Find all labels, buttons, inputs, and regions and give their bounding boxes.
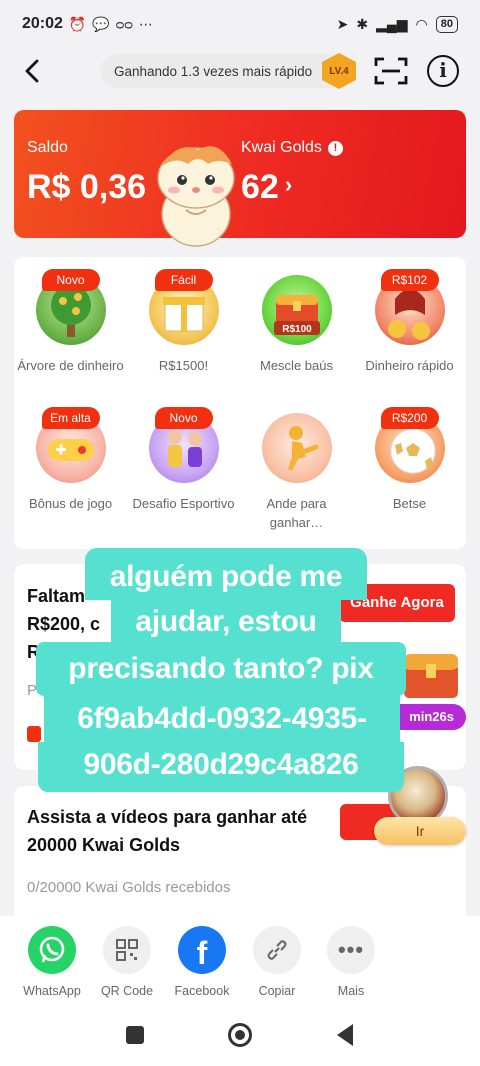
- whatsapp-icon: [28, 926, 76, 974]
- video-task-progress: 0/20000 Kwai Golds recebidos: [27, 879, 231, 896]
- home-icon[interactable]: [228, 1023, 252, 1047]
- game-tile-game-bonus[interactable]: Em alta Bônus de jogo: [14, 395, 127, 525]
- tile-tag: R$102: [380, 269, 439, 291]
- clock: 20:02: [22, 15, 63, 32]
- share-copy-link[interactable]: Copiar: [242, 926, 312, 998]
- share-qrcode[interactable]: QR Code: [92, 926, 162, 998]
- game-tile-betse[interactable]: R$200 Betse: [353, 395, 466, 525]
- caption-line-2: ajudar, estou: [111, 598, 341, 644]
- earning-speed-pill[interactable]: Ganhando 1.3 vezes mais rápido LV.4: [100, 53, 356, 89]
- bluetooth-icon: ✱: [356, 15, 369, 32]
- tile-label: Desafio Esportivo: [132, 496, 235, 511]
- go-button[interactable]: Ir: [374, 817, 466, 845]
- level-badge: LV.4: [322, 53, 356, 89]
- share-label: Facebook: [174, 984, 230, 998]
- voicemail-icon: ᴑᴑ: [115, 15, 133, 32]
- game-tile-money-tree[interactable]: Novo Árvore de dinheiro: [14, 257, 127, 387]
- share-label: Mais: [337, 984, 365, 998]
- recents-icon[interactable]: [126, 1026, 144, 1044]
- facebook-icon: f: [178, 926, 226, 974]
- share-sheet: WhatsApp QR Code f Facebook Copiar ••• M…: [0, 916, 480, 1012]
- system-navigation-bar: [0, 1012, 480, 1066]
- alert-icon[interactable]: !: [327, 141, 343, 156]
- qrcode-icon: [103, 926, 151, 974]
- game-tile-quick-money[interactable]: R$102 Dinheiro rápido: [353, 257, 466, 387]
- tile-label: Bônus de jogo: [28, 496, 113, 511]
- game-tile-walk-earn[interactable]: Ande para ganhar…: [240, 395, 353, 530]
- tile-label: R$1500!: [158, 358, 209, 373]
- walking-figure-icon: [262, 413, 332, 483]
- status-bar: 20:02 ⏰ 💬 ᴑᴑ ⋯ ➤ ✱ ▂▄▆ ◠ 80: [0, 0, 480, 48]
- treasure-chest-icon: R$100: [262, 275, 332, 345]
- alarm-icon: ⏰: [68, 15, 87, 32]
- video-task-title: Assista a vídeos para ganhar até 20000 K…: [27, 807, 308, 855]
- caption-line-1: alguém pode me: [85, 548, 367, 600]
- tile-tag: Fácil: [154, 269, 213, 291]
- caption-line-5: 906d-280d29c4a826: [38, 742, 404, 792]
- chat-icon: 💬: [92, 15, 110, 32]
- tile-tag: Novo: [41, 269, 100, 291]
- saldo-value: R$ 0,36: [27, 168, 147, 206]
- caption-overlay: alguém pode me ajudar, estou precisando …: [36, 548, 440, 794]
- game-tile-sports-challenge[interactable]: Novo Desafio Esportivo: [127, 395, 240, 525]
- tile-label: Ande para ganhar…: [266, 496, 327, 530]
- share-label: Copiar: [258, 984, 296, 998]
- top-header: Ganhando 1.3 vezes mais rápido LV.4 i: [0, 48, 480, 98]
- tile-label: Árvore de dinheiro: [17, 358, 124, 373]
- share-whatsapp[interactable]: WhatsApp: [17, 926, 87, 998]
- tile-label: Dinheiro rápido: [365, 358, 454, 373]
- golds-label: Kwai Golds: [241, 139, 322, 156]
- battery-icon: 80: [435, 15, 458, 33]
- tile-label: Betse: [392, 496, 427, 511]
- hamster-sticker-icon: [157, 146, 235, 247]
- back-triangle-icon[interactable]: [337, 1024, 353, 1046]
- share-facebook[interactable]: f Facebook: [167, 926, 237, 998]
- earning-speed-text: Ganhando 1.3 vezes mais rápido: [114, 63, 313, 79]
- wifi-icon: ◠: [415, 15, 428, 32]
- share-label: QR Code: [100, 984, 154, 998]
- location-icon: ➤: [336, 15, 349, 32]
- scan-icon[interactable]: [374, 56, 408, 86]
- chevron-right-icon: ›: [284, 172, 293, 197]
- tile-tag: R$200: [380, 407, 439, 429]
- info-icon[interactable]: i: [427, 55, 459, 87]
- tile-tag: Novo: [154, 407, 213, 429]
- notification-icons: ⏰ 💬 ᴑᴑ ⋯: [69, 16, 153, 33]
- golds-value: 62: [241, 168, 279, 206]
- game-tile-treasure-chest[interactable]: R$100 Mescle baús: [240, 257, 353, 387]
- tile-label: Mescle baús: [260, 358, 333, 373]
- tile-tag: Em alta: [41, 407, 100, 429]
- balance-card[interactable]: Saldo R$ 0,36 Kwai Golds! 62 ›: [14, 110, 466, 247]
- chest-badge: R$100: [282, 324, 312, 335]
- system-icons: ➤ ✱ ▂▄▆ ◠ 80: [336, 15, 458, 33]
- caption-line-3: precisando tanto? pix: [36, 642, 406, 696]
- link-icon: [253, 926, 301, 974]
- game-tile-gift-box[interactable]: Fácil R$1500!: [127, 257, 240, 387]
- games-grid: Novo Árvore de dinheiro Fácil R$1500! R$…: [14, 257, 466, 549]
- golds-label-row: Kwai Golds!: [241, 139, 343, 157]
- back-arrow-icon[interactable]: [18, 56, 48, 86]
- more-icon: •••: [327, 926, 375, 974]
- saldo-label: Saldo: [27, 139, 68, 156]
- signal-icon: ▂▄▆: [376, 15, 408, 32]
- more-notifications-icon: ⋯: [138, 15, 153, 32]
- caption-line-4: 6f9ab4dd-0932-4935-: [44, 694, 400, 744]
- share-label: WhatsApp: [23, 984, 81, 998]
- share-more[interactable]: ••• Mais: [316, 926, 386, 998]
- watch-videos-card: Assista a vídeos para ganhar até 20000 K…: [14, 766, 466, 926]
- golds-value-row[interactable]: 62 ›: [241, 168, 292, 207]
